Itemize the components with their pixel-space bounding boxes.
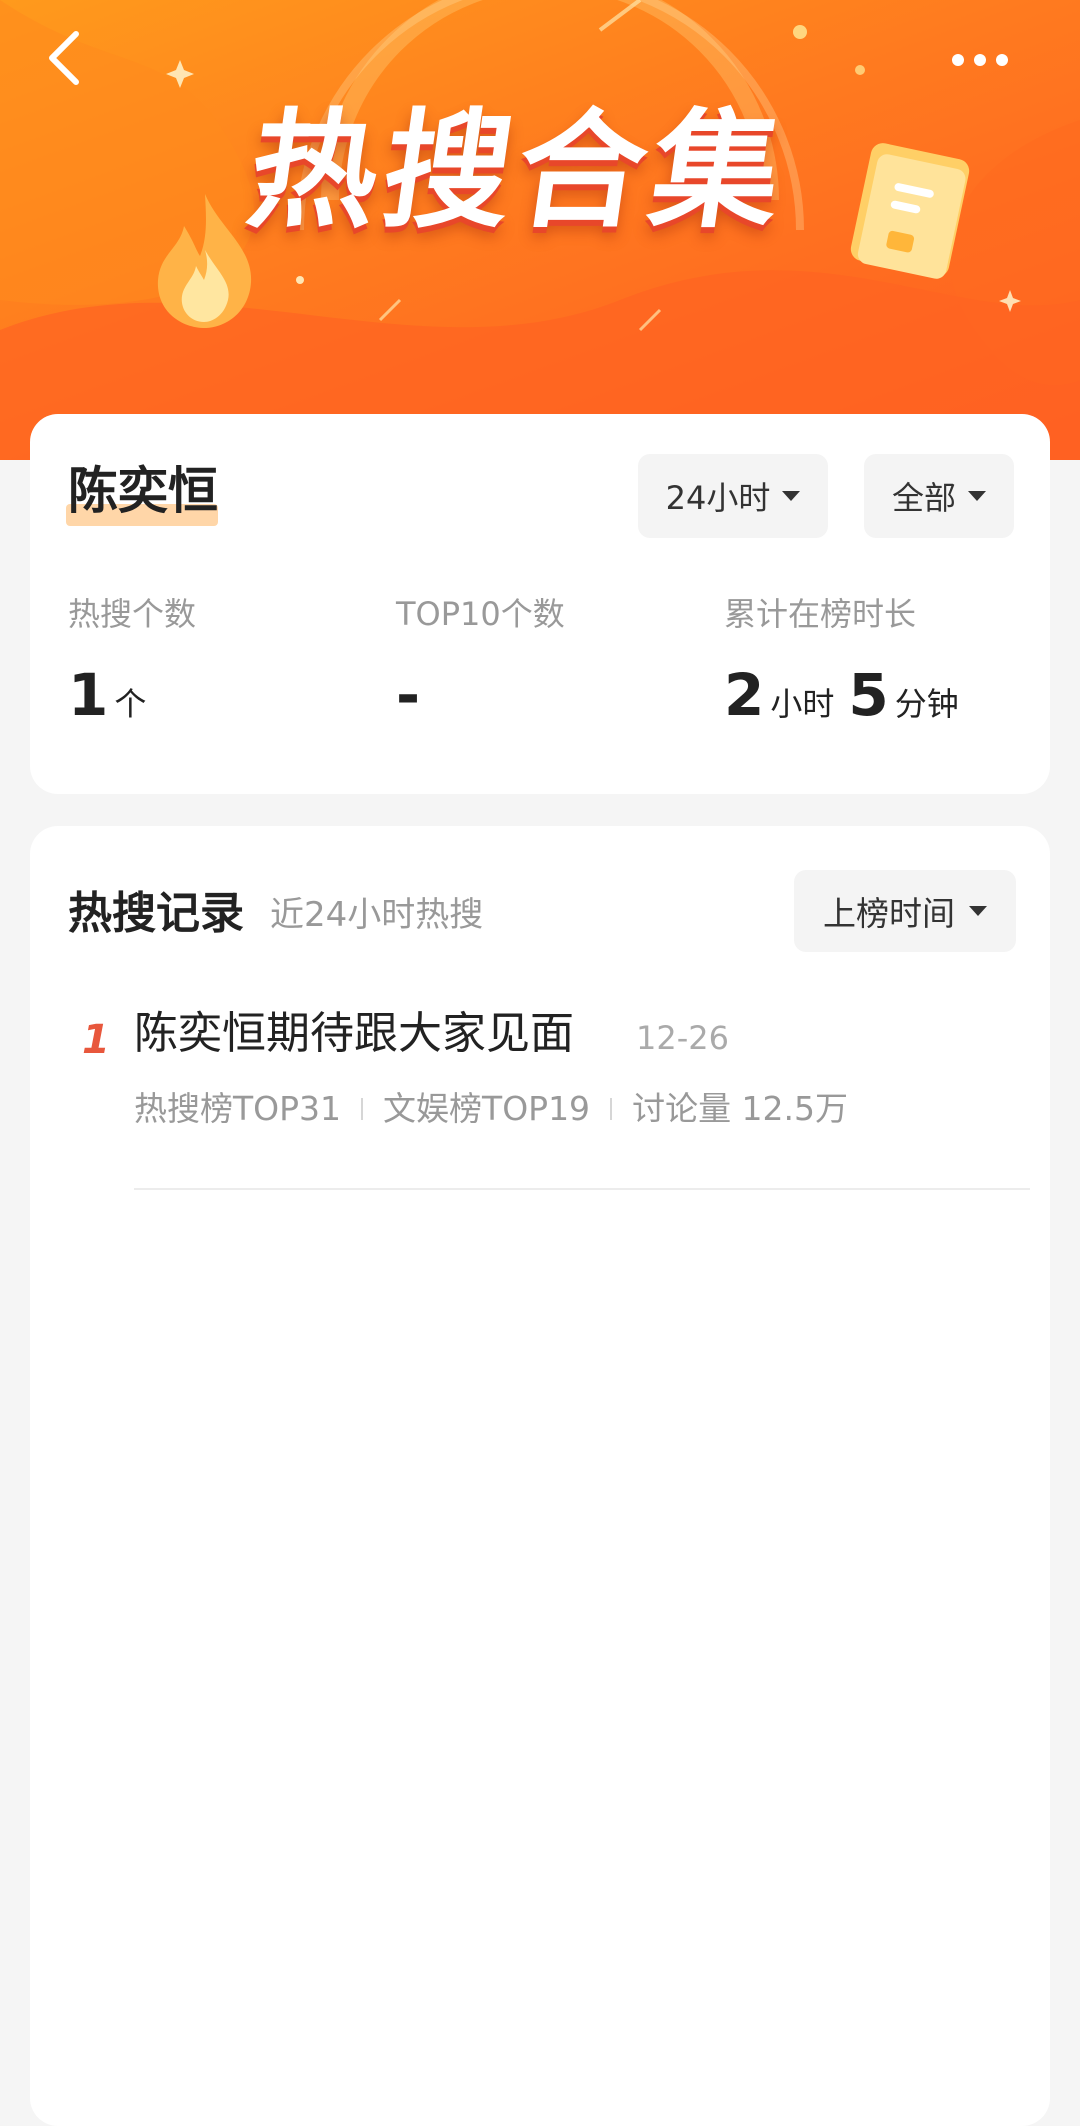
stat-value: 1 个 [68, 666, 196, 725]
rank-number: 1 [82, 1017, 110, 1063]
stat-number: - [396, 661, 421, 729]
stat-hours-unit: 小时 [770, 685, 835, 723]
divider [134, 1188, 1030, 1190]
stat-top10-count: TOP10个数 - [396, 598, 565, 724]
back-button[interactable] [34, 28, 94, 88]
records-card: 热搜记录 近24小时热搜 上榜时间 1 陈奕恒期待跟大家见面 12-26 热搜榜… [30, 826, 1050, 2126]
person-name: 陈奕恒 [68, 462, 218, 520]
stat-unit: 个 [114, 685, 147, 723]
divider [610, 1097, 613, 1120]
stat-number: 1 [68, 661, 109, 729]
stat-value: 2 小时 5 分钟 [724, 666, 973, 725]
stats-card: 陈奕恒 24小时 全部 热搜个数 1 个 TOP10个数 - 累计在榜时长 2 … [30, 414, 1050, 794]
more-button[interactable] [940, 40, 1020, 80]
stat-hot-count: 热搜个数 1 个 [68, 598, 196, 725]
header-banner: 热搜合集 [0, 0, 1080, 460]
folder-icon [850, 143, 970, 279]
stat-label: 累计在榜时长 [724, 595, 917, 633]
time-range-dropdown[interactable]: 24小时 [638, 454, 828, 538]
more-dot-icon [952, 54, 964, 66]
stat-label: TOP10个数 [396, 595, 565, 633]
caret-down-icon [968, 491, 986, 501]
more-dot-icon [996, 54, 1008, 66]
stat-minutes: 5 [848, 661, 889, 729]
caret-down-icon [969, 906, 987, 916]
stat-hours: 2 [724, 661, 765, 729]
discussion-count: 讨论量 12.5万 [632, 1089, 849, 1128]
stat-total-duration: 累计在榜时长 2 小时 5 分钟 [724, 598, 973, 725]
record-meta: 热搜榜TOP31 文娱榜TOP19 讨论量 12.5万 [134, 1092, 848, 1125]
sort-dropdown[interactable]: 上榜时间 [794, 870, 1016, 952]
sort-label: 上榜时间 [823, 894, 955, 933]
stat-minutes-unit: 分钟 [894, 685, 959, 723]
caret-down-icon [782, 491, 801, 501]
divider [361, 1097, 364, 1120]
records-title: 热搜记录 [68, 888, 244, 939]
chevron-left-icon [49, 31, 79, 85]
hot-rank: 热搜榜TOP31 [134, 1089, 342, 1128]
record-date: 12-26 [636, 1019, 729, 1057]
scope-label: 全部 [891, 479, 956, 517]
stat-label: 热搜个数 [68, 595, 197, 633]
list-item[interactable]: 1 陈奕恒期待跟大家见面 12-26 热搜榜TOP31 文娱榜TOP19 讨论量… [30, 1012, 1050, 1212]
records-subtitle: 近24小时热搜 [270, 895, 484, 935]
scope-dropdown[interactable]: 全部 [864, 454, 1014, 538]
ent-rank: 文娱榜TOP19 [383, 1089, 591, 1128]
stat-value: - [396, 666, 565, 724]
banner-title: 热搜合集 [239, 97, 797, 246]
more-dot-icon [974, 54, 986, 66]
record-title: 陈奕恒期待跟大家见面 [134, 1008, 574, 1059]
time-range-label: 24小时 [665, 479, 771, 517]
